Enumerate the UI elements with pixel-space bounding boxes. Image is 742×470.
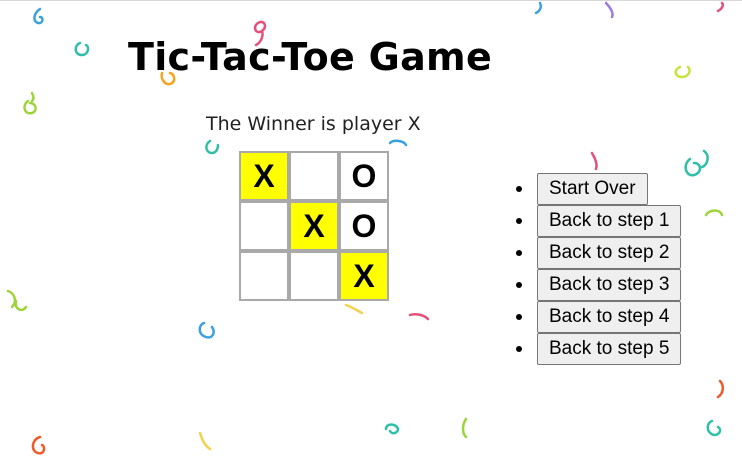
move-list-item: Back to step 5 <box>516 333 682 365</box>
game-board: X O X O X <box>239 151 390 302</box>
board-square[interactable] <box>239 201 289 251</box>
bullet-icon <box>516 346 522 352</box>
board-square[interactable] <box>239 251 289 301</box>
bullet-icon <box>516 186 522 192</box>
board-square[interactable]: X <box>289 201 339 251</box>
back-to-step-1-button[interactable]: Back to step 1 <box>537 205 682 237</box>
move-list-item: Back to step 4 <box>516 301 682 333</box>
bullet-icon <box>516 314 522 320</box>
page-title: Tic-Tac-Toe Game <box>128 35 493 79</box>
bullet-icon <box>516 282 522 288</box>
move-list-item: Back to step 1 <box>516 205 682 237</box>
back-to-step-3-button[interactable]: Back to step 3 <box>537 269 682 301</box>
back-to-step-5-button[interactable]: Back to step 5 <box>537 333 682 365</box>
bullet-icon <box>516 250 522 256</box>
move-list-item: Back to step 3 <box>516 269 682 301</box>
bullet-icon <box>516 218 522 224</box>
board-square[interactable] <box>289 251 339 301</box>
move-list-item: Start Over <box>516 173 681 205</box>
game-status: The Winner is player X <box>206 113 421 135</box>
move-list-item: Back to step 2 <box>516 237 682 269</box>
back-to-step-2-button[interactable]: Back to step 2 <box>537 237 682 269</box>
board-square[interactable]: X <box>339 251 389 301</box>
back-to-step-4-button[interactable]: Back to step 4 <box>537 301 682 333</box>
board-square[interactable]: O <box>339 201 389 251</box>
board-square[interactable] <box>289 151 339 201</box>
board-square[interactable]: O <box>339 151 389 201</box>
move-history-list: Start Over Back to step 1 Back to step 2… <box>516 173 682 365</box>
start-over-button[interactable]: Start Over <box>537 173 648 205</box>
board-square[interactable]: X <box>239 151 289 201</box>
